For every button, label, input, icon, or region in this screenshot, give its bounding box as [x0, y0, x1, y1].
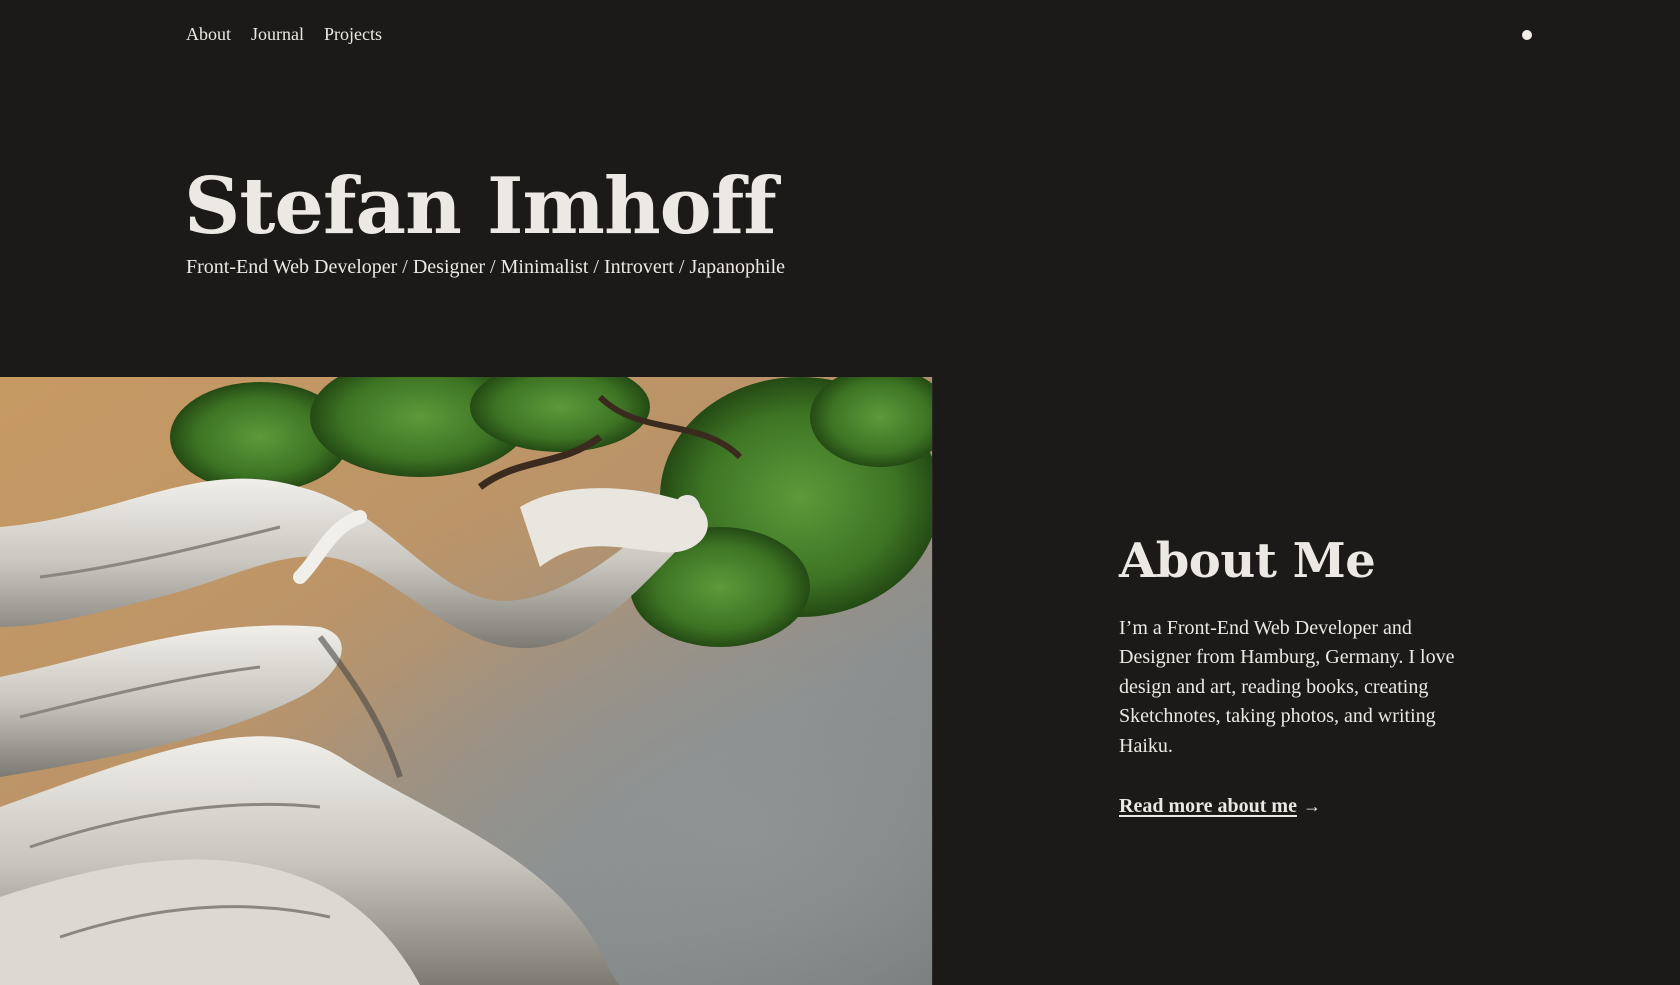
bonsai-photo [0, 377, 933, 985]
theme-toggle-dot-icon[interactable] [1522, 30, 1532, 40]
page: About Journal Projects Stefan Imhoff Fro… [0, 0, 1680, 985]
site-tagline: Front-End Web Developer / Designer / Min… [186, 256, 786, 278]
about-section: About Me I’m a Front-End Web Developer a… [1119, 535, 1479, 818]
about-heading: About Me [1119, 533, 1376, 589]
site-title: Stefan Imhoff [184, 161, 777, 252]
about-text: I’m a Front-End Web Developer and Design… [1119, 616, 1455, 757]
read-more-label: Read more about me [1119, 795, 1297, 818]
arrow-right-icon: → [1302, 796, 1321, 817]
nav-link-journal[interactable]: Journal [251, 24, 304, 45]
main-nav: About Journal Projects [186, 24, 382, 45]
nav-link-about[interactable]: About [186, 24, 231, 45]
nav-link-projects[interactable]: Projects [324, 24, 382, 45]
read-more-link[interactable]: Read more about me → [1119, 795, 1321, 818]
